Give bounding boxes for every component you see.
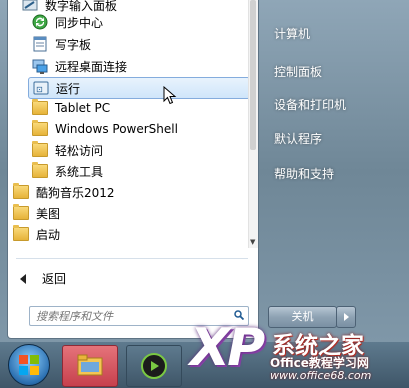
- programs-scrollbar[interactable]: ▼: [248, 0, 258, 248]
- remote-desktop-icon: [32, 58, 48, 74]
- programs-list: 数字输入面板 同步中心 写字板 远程桌面连接 ⊡ 运行 Tablet PC Wi…: [8, 0, 248, 248]
- link-help-support[interactable]: 帮助和支持: [274, 165, 334, 182]
- program-folder-accessibility[interactable]: 轻松访问: [32, 139, 248, 161]
- folder-icon: [32, 120, 48, 136]
- shutdown-button[interactable]: 关机: [268, 306, 337, 328]
- divider: [16, 258, 248, 259]
- sync-center-icon: [32, 14, 48, 30]
- link-computer[interactable]: 计算机: [274, 25, 310, 42]
- link-control-panel[interactable]: 控制面板: [274, 63, 322, 80]
- start-orb-windows-icon[interactable]: [8, 344, 50, 386]
- program-folder-system-tools[interactable]: 系统工具: [32, 160, 248, 182]
- folder-icon: [13, 225, 29, 241]
- link-default-programs[interactable]: 默认程序: [274, 130, 322, 147]
- program-folder-tablet-pc[interactable]: Tablet PC: [32, 97, 248, 119]
- folder-icon: [13, 204, 29, 220]
- program-folder-powershell[interactable]: Windows PowerShell: [32, 118, 248, 140]
- scrollbar-thumb[interactable]: [250, 0, 256, 150]
- start-menu: 数字输入面板 同步中心 写字板 远程桌面连接 ⊡ 运行 Tablet PC Wi…: [0, 0, 409, 342]
- svg-text:⊡: ⊡: [36, 85, 43, 94]
- back-button[interactable]: 返回: [20, 270, 66, 287]
- program-folder-meitu[interactable]: 美图: [13, 202, 248, 224]
- link-devices-printers[interactable]: 设备和打印机: [274, 96, 346, 113]
- folder-icon: [13, 183, 29, 199]
- program-item-run[interactable]: ⊡ 运行: [28, 77, 248, 99]
- brand-url: www.office68.com: [270, 369, 372, 382]
- program-item-remote-desktop[interactable]: 远程桌面连接: [32, 55, 248, 77]
- wordpad-icon: [32, 36, 48, 52]
- folder-icon: [32, 99, 48, 115]
- mouse-cursor-icon: [163, 86, 177, 105]
- program-item-wordpad[interactable]: 写字板: [32, 33, 248, 55]
- windows-logo-blue: [19, 366, 28, 375]
- folder-icon: [32, 162, 48, 178]
- windows-logo-green: [30, 355, 39, 364]
- scroll-down-arrow-icon[interactable]: ▼: [250, 238, 255, 246]
- folder-icon: [32, 141, 48, 157]
- back-arrow-icon: [20, 273, 26, 284]
- media-player-icon: [141, 353, 167, 379]
- shutdown-options-arrow-icon[interactable]: [336, 306, 356, 328]
- windows-logo-yellow: [30, 366, 39, 375]
- windows-logo-red: [19, 355, 28, 364]
- run-icon: ⊡: [33, 80, 49, 96]
- programs-pane: 数字输入面板 同步中心 写字板 远程桌面连接 ⊡ 运行 Tablet PC Wi…: [7, 0, 259, 339]
- xp-logo-watermark: XP: [190, 318, 265, 378]
- taskbar-media-button[interactable]: [126, 345, 182, 387]
- program-folder-startup[interactable]: 启动: [13, 223, 248, 245]
- taskbar-explorer-button[interactable]: [62, 345, 118, 387]
- folder-icon: [77, 354, 103, 376]
- program-item-sync-center[interactable]: 同步中心: [32, 11, 248, 33]
- program-folder-kugou[interactable]: 酷狗音乐2012: [13, 181, 248, 203]
